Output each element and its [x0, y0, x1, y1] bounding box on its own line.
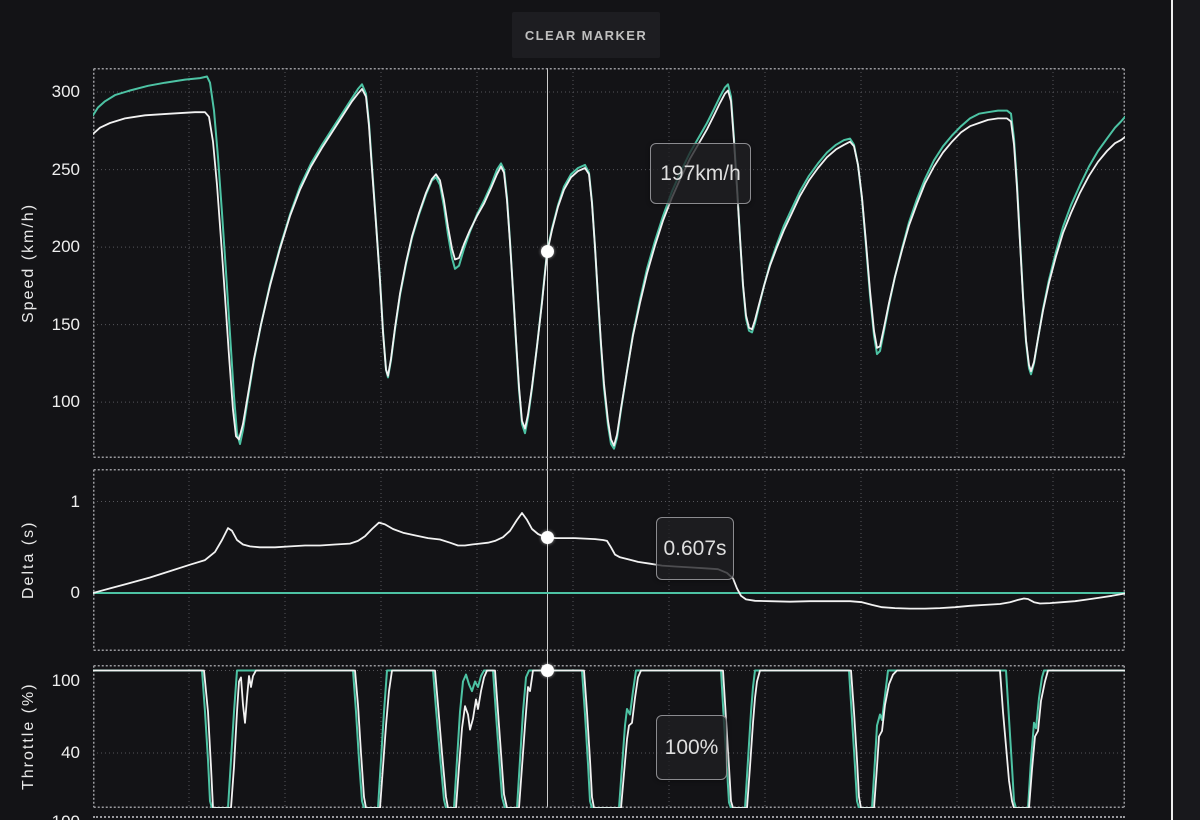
comparison-lap-speed-trace — [93, 89, 1125, 446]
y-tick-label: 200 — [32, 237, 80, 257]
delta-tooltip: 0.607s — [656, 517, 734, 580]
next-chart-tick-label: 100 — [32, 812, 80, 820]
clear-marker-button[interactable]: CLEAR MARKER — [512, 12, 660, 58]
throttle-tooltip: 100% — [656, 715, 727, 780]
comparison-lap-delta-trace — [93, 513, 1125, 609]
y-tick-label: 40 — [32, 743, 80, 763]
y-tick-label: 1 — [32, 492, 80, 512]
y-tick-label: 100 — [32, 671, 80, 691]
right-panel — [1173, 0, 1200, 820]
telemetry-app: CLEAR MARKER Speed (km/h) Delta (s) Thro… — [0, 0, 1200, 820]
speed-chart-svg — [93, 68, 1125, 458]
y-tick-label: 300 — [32, 82, 80, 102]
y-tick-label: 150 — [32, 315, 80, 335]
speed-tooltip: 197km/h — [650, 143, 751, 204]
throttle-marker-dot — [541, 664, 554, 677]
y-tick-label: 250 — [32, 160, 80, 180]
next-chart-top-border — [93, 816, 1125, 818]
delta-marker-dot — [541, 531, 554, 544]
throttle-chart-svg — [93, 665, 1125, 808]
y-tick-label: 0 — [32, 583, 80, 603]
comparison-lap-throttle-trace — [93, 671, 1125, 809]
vertical-scrollbar[interactable] — [1171, 0, 1173, 820]
speed-chart[interactable] — [93, 68, 1125, 458]
delta-chart[interactable] — [93, 469, 1125, 651]
throttle-chart[interactable] — [93, 665, 1125, 808]
y-tick-label: 100 — [32, 392, 80, 412]
delta-chart-svg — [93, 469, 1125, 651]
